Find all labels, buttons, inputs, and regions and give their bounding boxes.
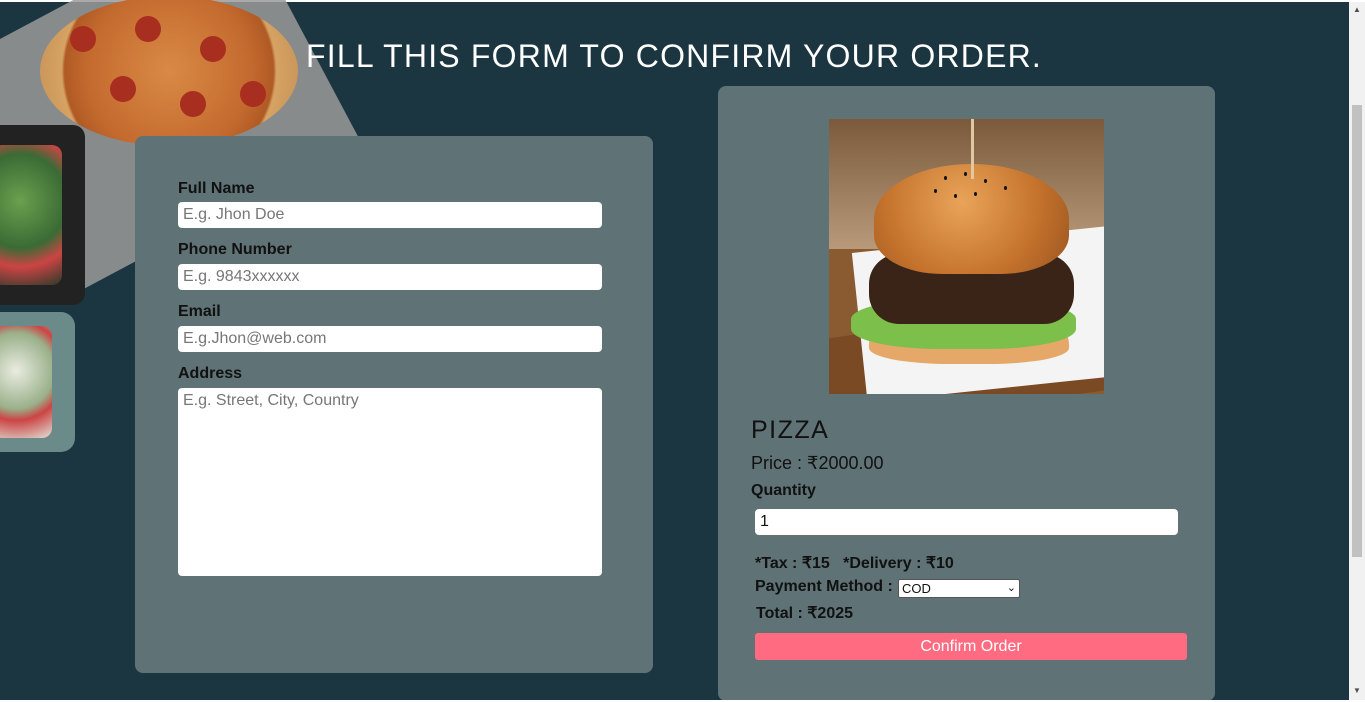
full-name-input[interactable] [178,202,602,228]
food-tray [0,312,75,452]
payment-method-select[interactable]: COD ⌄ [898,579,1020,598]
order-summary: PIZZA Price : ₹2000.00 Quantity *Tax : ₹… [718,86,1215,701]
quantity-input[interactable] [755,509,1178,535]
sesame-seed [964,172,967,176]
phone-input[interactable] [178,264,602,290]
email-label: Email [178,303,221,320]
order-total: Total : ₹2025 [756,605,854,622]
address-textarea[interactable] [178,388,602,576]
customer-form: Full Name Phone Number Email Address [135,136,653,673]
food-tray [0,125,85,305]
salad-image [0,326,52,438]
arrow-up-icon[interactable]: ▲ [1353,5,1361,14]
chevron-down-icon: ⌄ [1006,582,1016,594]
page-title: FILL THIS FORM TO CONFIRM YOUR ORDER. [305,38,1043,74]
scrollbar-thumb[interactable] [1352,105,1362,557]
sesame-seed [944,176,947,180]
sesame-seed [1004,186,1007,190]
pepperoni [110,76,136,102]
product-price: Price : ₹2000.00 [751,453,884,473]
sesame-seed [974,192,977,196]
sesame-seed [934,189,937,193]
email-input[interactable] [178,326,602,352]
confirm-order-button[interactable]: Confirm Order [755,633,1187,660]
phone-label: Phone Number [178,241,292,258]
page-scrollbar[interactable]: ▲ ▼ [1349,2,1365,700]
payment-method-label: Payment Method : [755,578,893,595]
top-bun [874,164,1069,274]
product-name: PIZZA [751,416,830,444]
pepperoni [240,81,266,107]
salad-image [0,145,62,285]
sesame-seed [984,179,987,183]
payment-method-value: COD [902,581,931,596]
product-image [829,119,1104,394]
full-name-label: Full Name [178,180,255,197]
quantity-label: Quantity [751,482,816,499]
arrow-down-icon[interactable]: ▼ [1353,686,1361,695]
pepperoni [180,91,206,117]
sesame-seed [954,194,957,198]
fees-text: *Tax : ₹15 *Delivery : ₹10 [755,555,954,572]
address-label: Address [178,365,243,382]
skewer [971,119,974,179]
